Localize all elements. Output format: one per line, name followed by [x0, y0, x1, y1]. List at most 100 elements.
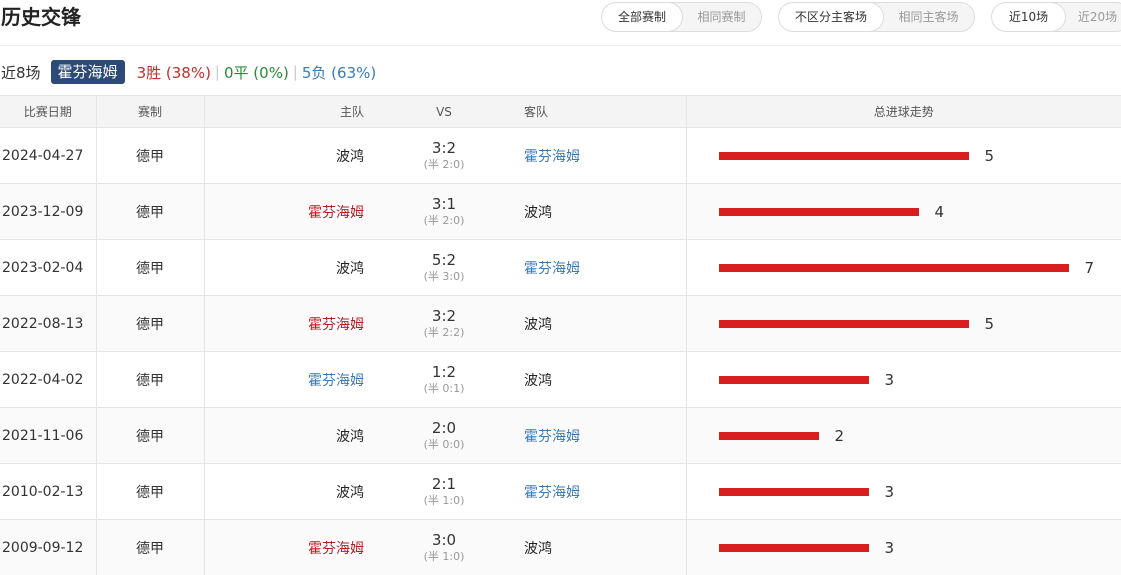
total-goals-value: 4: [934, 202, 945, 221]
goal-trend: 5: [718, 314, 1121, 333]
goal-trend: 3: [718, 371, 1121, 389]
h2h-summary: 近8场 霍芬海姆 3胜 (38%) | 0平 (0%) | 5负 (63%): [0, 57, 376, 87]
table-row[interactable]: 2021-11-06 德甲 波鸿 2:0 (半 0:0) 霍芬海姆 2: [0, 407, 1121, 464]
full-time-score: 2:1: [431, 474, 457, 493]
header-vs: VS: [368, 95, 520, 128]
match-date: 2022-04-02: [0, 351, 97, 408]
table-row[interactable]: 2022-04-02 德甲 霍芬海姆 1:2 (半 0:1) 波鸿 3: [0, 351, 1121, 408]
header-goal-trend: 总进球走势: [686, 95, 1121, 128]
header-away: 客队: [520, 95, 687, 128]
full-time-score: 3:0: [431, 530, 457, 549]
half-time-score: (半 1:0): [423, 549, 465, 563]
goal-trend: 4: [718, 202, 1121, 221]
match-score-cell[interactable]: 3:2 (半 2:0): [368, 127, 520, 184]
goal-trend: 7: [718, 258, 1121, 277]
home-team[interactable]: 波鸿: [336, 261, 364, 277]
away-team[interactable]: 波鸿: [524, 205, 552, 221]
home-team[interactable]: 霍芬海姆: [308, 373, 364, 389]
home-team[interactable]: 霍芬海姆: [308, 205, 364, 221]
away-team[interactable]: 霍芬海姆: [524, 149, 580, 165]
header-date: 比赛日期: [0, 95, 97, 128]
total-goals-bar: [718, 207, 919, 216]
home-team[interactable]: 波鸿: [336, 429, 364, 445]
summary-divider: |: [292, 63, 298, 81]
filter-last-10[interactable]: 近10场: [992, 3, 1065, 31]
section-title: 历史交锋: [1, 5, 81, 29]
filter-any-venue[interactable]: 不区分主客场: [779, 3, 883, 31]
match-score-cell[interactable]: 1:2 (半 0:1): [368, 351, 520, 408]
home-team[interactable]: 霍芬海姆: [308, 317, 364, 333]
half-time-score: (半 0:1): [423, 381, 465, 395]
table-row[interactable]: 2010-02-13 德甲 波鸿 2:1 (半 1:0) 霍芬海姆 3: [0, 463, 1121, 520]
match-score-cell[interactable]: 3:1 (半 2:0): [368, 183, 520, 240]
away-team[interactable]: 霍芬海姆: [524, 429, 580, 445]
match-competition[interactable]: 德甲: [96, 407, 205, 464]
total-goals-bar: [718, 319, 969, 328]
full-time-score: 1:2: [431, 362, 457, 381]
match-score-cell[interactable]: 2:0 (半 0:0): [368, 407, 520, 464]
summary-divider: |: [214, 63, 220, 81]
full-time-score: 2:0: [431, 418, 457, 437]
match-competition[interactable]: 德甲: [96, 127, 205, 184]
filter-same-competition[interactable]: 相同赛制: [682, 3, 761, 31]
summary-team-tag[interactable]: 霍芬海姆: [50, 60, 125, 84]
table-row[interactable]: 2024-04-27 德甲 波鸿 3:2 (半 2:0) 霍芬海姆 5: [0, 127, 1121, 184]
match-competition[interactable]: 德甲: [96, 351, 205, 408]
half-time-score: (半 1:0): [423, 493, 465, 507]
summary-losses: 5负 (63%): [301, 63, 377, 82]
total-goals-bar: [718, 151, 969, 160]
filter-last-20[interactable]: 近20场: [1065, 3, 1121, 31]
match-score-cell[interactable]: 2:1 (半 1:0): [368, 463, 520, 520]
goal-trend: 3: [718, 539, 1121, 557]
away-team[interactable]: 波鸿: [524, 317, 552, 333]
h2h-table: 比赛日期 赛制 主队 VS 客队 总进球走势 2024-04-27 德甲 波鸿 3:2…: [0, 95, 1121, 575]
goal-trend: 5: [718, 147, 1121, 165]
total-goals-value: 5: [984, 314, 995, 333]
away-team[interactable]: 波鸿: [524, 373, 552, 389]
match-date: 2021-11-06: [0, 407, 97, 464]
home-team[interactable]: 霍芬海姆: [308, 541, 364, 557]
goal-trend: 3: [718, 482, 1121, 501]
away-team[interactable]: 霍芬海姆: [524, 485, 580, 501]
goal-trend: 2: [718, 426, 1121, 445]
match-competition[interactable]: 德甲: [96, 295, 205, 352]
full-time-score: 3:2: [431, 138, 457, 157]
table-row[interactable]: 2023-12-09 德甲 霍芬海姆 3:1 (半 2:0) 波鸿 4: [0, 183, 1121, 240]
match-competition[interactable]: 德甲: [96, 519, 205, 575]
total-goals-value: 7: [1084, 258, 1095, 277]
filter-same-venue[interactable]: 相同主客场: [883, 3, 974, 31]
match-competition[interactable]: 德甲: [96, 463, 205, 520]
match-score-cell[interactable]: 3:0 (半 1:0): [368, 519, 520, 575]
summary-count: 近8场: [1, 63, 41, 82]
half-time-score: (半 3:0): [423, 269, 465, 283]
total-goals-bar: [718, 263, 1069, 272]
match-date: 2010-02-13: [0, 463, 97, 520]
summary-draws: 0平 (0%): [223, 63, 289, 82]
header-competition: 赛制: [96, 95, 205, 128]
match-score-cell[interactable]: 5:2 (半 3:0): [368, 239, 520, 296]
match-date: 2024-04-27: [0, 127, 97, 184]
half-time-score: (半 0:0): [423, 437, 465, 451]
half-time-score: (半 2:0): [423, 213, 465, 227]
table-header-row: 比赛日期 赛制 主队 VS 客队 总进球走势: [0, 95, 1121, 128]
competition-filter: 全部赛制 相同赛制: [601, 2, 762, 32]
away-team[interactable]: 波鸿: [524, 541, 552, 557]
match-date: 2009-09-12: [0, 519, 97, 575]
home-team[interactable]: 波鸿: [336, 149, 364, 165]
match-date: 2023-02-04: [0, 239, 97, 296]
away-team[interactable]: 霍芬海姆: [524, 261, 580, 277]
table-row[interactable]: 2009-09-12 德甲 霍芬海姆 3:0 (半 1:0) 波鸿 3: [0, 519, 1121, 575]
match-score-cell[interactable]: 3:2 (半 2:2): [368, 295, 520, 352]
match-count-filter: 近10场 近20场: [991, 2, 1121, 32]
total-goals-value: 3: [884, 482, 895, 501]
full-time-score: 5:2: [431, 250, 457, 269]
match-competition[interactable]: 德甲: [96, 183, 205, 240]
table-row[interactable]: 2022-08-13 德甲 霍芬海姆 3:2 (半 2:2) 波鸿 5: [0, 295, 1121, 352]
home-team[interactable]: 波鸿: [336, 485, 364, 501]
table-row[interactable]: 2023-02-04 德甲 波鸿 5:2 (半 3:0) 霍芬海姆 7: [0, 239, 1121, 296]
total-goals-value: 2: [834, 426, 845, 445]
section-header: 历史交锋 全部赛制 相同赛制 不区分主客场 相同主客场 近10场 近20场: [0, 0, 1121, 46]
match-competition[interactable]: 德甲: [96, 239, 205, 296]
filter-all-competitions[interactable]: 全部赛制: [602, 3, 682, 31]
total-goals-bar: [718, 487, 869, 496]
